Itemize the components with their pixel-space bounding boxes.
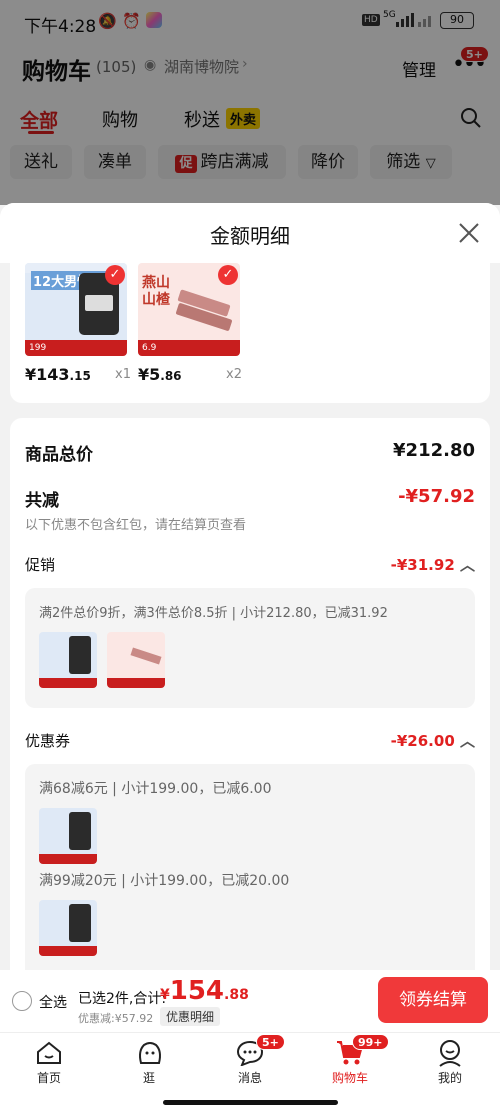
- coupon-detail-1: 满68减6元 | 小计199.00，已减6.00: [39, 781, 272, 797]
- profile-icon: [439, 1040, 461, 1067]
- discount-note: 以下优惠不包含红包，请在结算页查看: [25, 518, 247, 533]
- total-label: 商品总价: [25, 445, 93, 465]
- selected-summary: 已选2件,合计:: [78, 991, 167, 1007]
- product-image-1[interactable]: 12大男性营养 199 ✓: [25, 263, 127, 356]
- checkout-bar: 全选 已选2件,合计: ¥154.88 优惠减:¥57.92 优惠明细 领券结算: [0, 970, 500, 1032]
- selected-check-icon: ✓: [105, 265, 125, 285]
- coupon-product-image-1: [39, 808, 97, 864]
- promo-detail-box: 满2件总价9折，满3件总价8.5折 | 小计212.80，已减31.92: [25, 588, 475, 708]
- cart-badge: 99+: [352, 1034, 389, 1050]
- product-qty-1: x1: [115, 367, 131, 382]
- discount-detail-button[interactable]: 优惠明细: [160, 1007, 221, 1026]
- close-icon[interactable]: [459, 223, 479, 243]
- selected-check-icon: ✓: [218, 265, 238, 285]
- bottom-tab-bar: 首页 逛 5+ 消息 99+ 购物车 我的: [0, 1032, 500, 1111]
- promo-toggle[interactable]: -¥31.92 ︿: [391, 554, 475, 575]
- message-badge: 5+: [256, 1034, 285, 1050]
- overlay-dim[interactable]: [0, 0, 500, 205]
- select-all-checkbox[interactable]: [12, 991, 32, 1011]
- coupon-product-image-2: [39, 900, 97, 956]
- chevron-up-icon: ︿: [459, 556, 475, 574]
- browse-icon: [139, 1042, 161, 1064]
- sheet-title: 金额明细: [210, 224, 290, 248]
- product-price-1: ¥143.15: [25, 365, 91, 384]
- product-image-2[interactable]: 燕山山楂 6.9 ✓: [138, 263, 240, 356]
- promo-product-image-1: [39, 632, 97, 688]
- discount-value: -¥57.92: [398, 486, 475, 507]
- checkout-total: ¥154.88: [160, 976, 249, 1006]
- saved-amount: 优惠减:¥57.92: [78, 1012, 154, 1025]
- home-icon: [37, 1041, 61, 1064]
- coupon-label: 优惠券: [25, 732, 71, 750]
- promo-detail: 满2件总价9折，满3件总价8.5折 | 小计212.80，已减31.92: [39, 606, 388, 621]
- products-card: 12大男性营养 199 ✓ 燕山山楂 6.9 ✓ ¥143.15 x1 ¥5.8…: [10, 251, 490, 403]
- product-qty-2: x2: [226, 367, 242, 382]
- promo-product-image-2: [107, 632, 165, 688]
- promo-label: 促销: [25, 556, 56, 574]
- coupon-toggle[interactable]: -¥26.00 ︿: [391, 730, 475, 751]
- discount-label: 共减: [25, 491, 59, 511]
- chevron-up-icon: ︿: [459, 732, 475, 750]
- coupon-detail-2: 满99减20元 | 小计199.00，已减20.00: [39, 873, 290, 889]
- checkout-button[interactable]: 领券结算: [378, 977, 488, 1023]
- coupon-detail-box: 满68减6元 | 小计199.00，已减6.00 满99减20元 | 小计199…: [25, 764, 475, 984]
- home-indicator: [163, 1100, 338, 1105]
- product-price-2: ¥5.86: [138, 365, 182, 384]
- total-value: ¥212.80: [393, 440, 475, 461]
- select-all-label[interactable]: 全选: [39, 992, 67, 1012]
